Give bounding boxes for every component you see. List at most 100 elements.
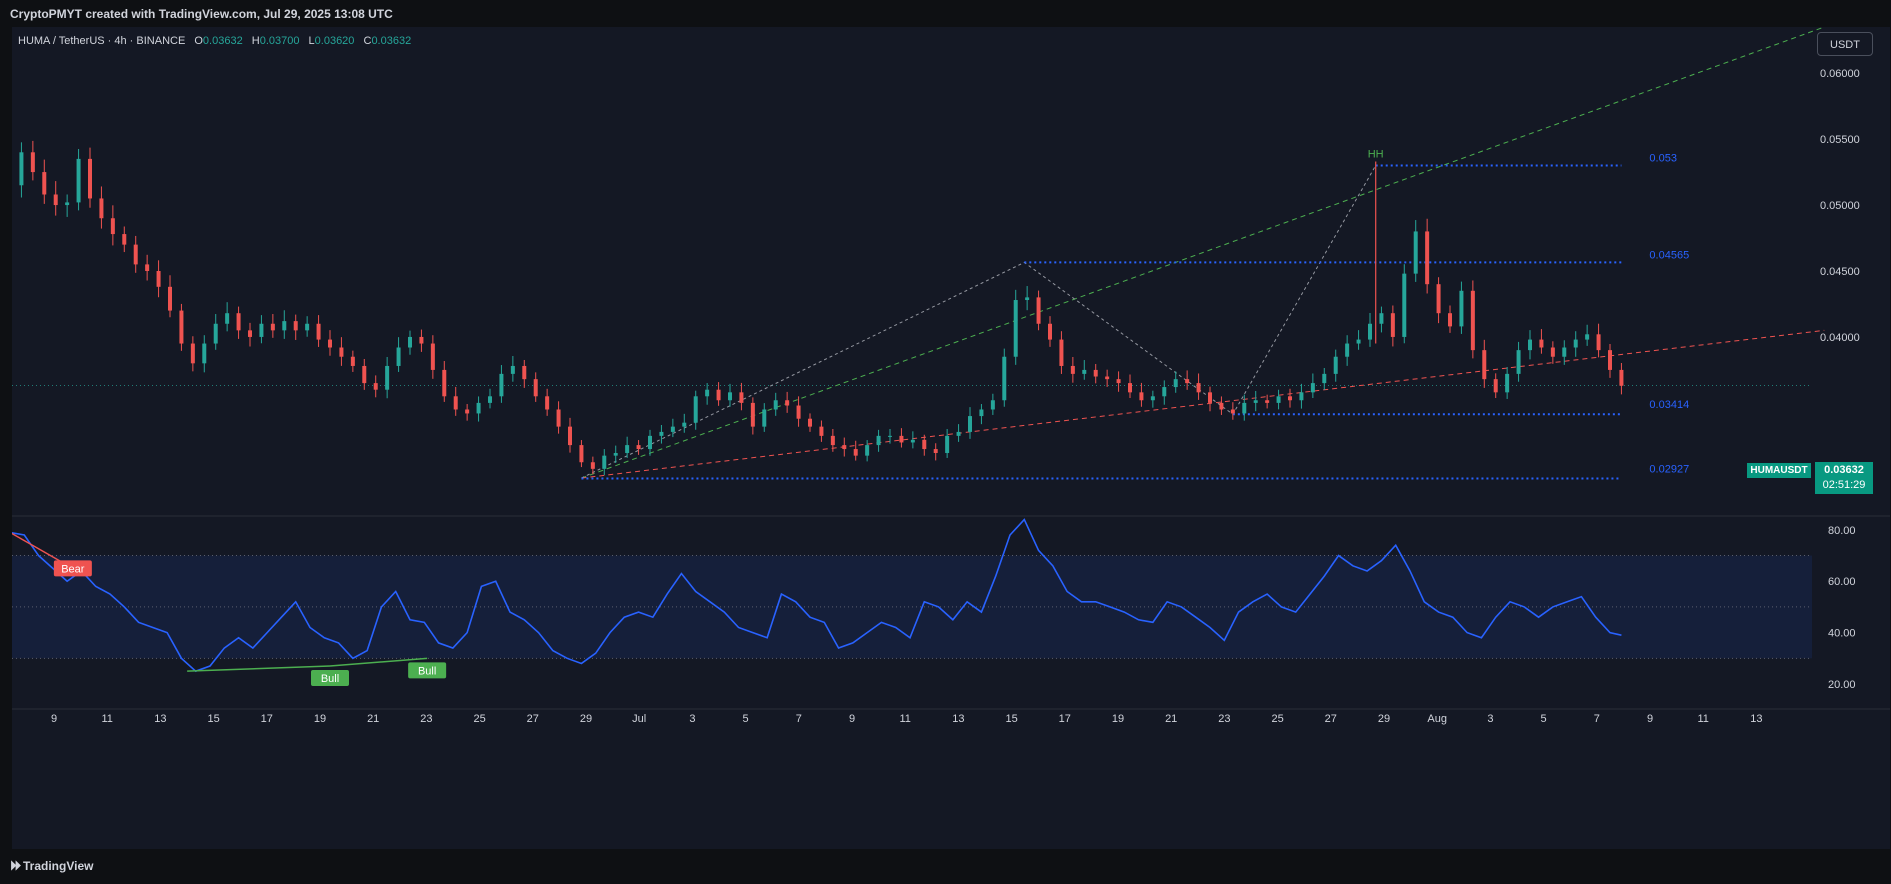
candle-body xyxy=(442,369,447,397)
candle-body xyxy=(1185,379,1190,384)
time-axis-tick: 27 xyxy=(527,713,539,725)
price-axis-tick: 0.05000 xyxy=(1820,200,1860,212)
candle-body xyxy=(110,218,115,235)
time-axis-tick: 29 xyxy=(1378,713,1390,725)
candle-body xyxy=(533,379,538,397)
candle-body xyxy=(956,431,961,436)
candle-body xyxy=(1539,339,1544,348)
price-axis-tick: 0.04500 xyxy=(1820,266,1860,278)
time-axis-tick: 5 xyxy=(743,713,749,725)
high-value: 0.03700 xyxy=(259,35,300,47)
candle-body xyxy=(1150,396,1155,401)
candle-body xyxy=(99,198,104,219)
time-axis-tick: 21 xyxy=(367,713,379,725)
time-axis-tick: 3 xyxy=(1487,713,1493,725)
time-axis-tick: Aug xyxy=(1427,713,1447,725)
candle-body xyxy=(716,389,721,401)
candle-body xyxy=(922,439,927,450)
candle-body xyxy=(910,439,915,443)
time-axis-tick: 23 xyxy=(420,713,432,725)
candle-body xyxy=(762,409,767,427)
open-label: O xyxy=(194,35,203,47)
candle-body xyxy=(1379,313,1384,324)
green-trend-line xyxy=(581,27,1825,479)
candle-body xyxy=(510,365,515,374)
candle-body xyxy=(1242,402,1247,414)
candle-body xyxy=(990,400,995,410)
chart-credit: CryptoPMYT created with TradingView.com,… xyxy=(10,7,393,21)
candle-body xyxy=(339,347,344,357)
tradingview-logo-text: TradingView xyxy=(23,859,94,873)
candle-body xyxy=(1562,347,1567,357)
time-axis-tick: 13 xyxy=(1750,713,1762,725)
rsi-axis-tick: 80.00 xyxy=(1828,525,1856,537)
time-axis-tick: 7 xyxy=(1594,713,1600,725)
candle-body xyxy=(728,392,732,401)
candle-body xyxy=(1585,334,1590,340)
bar-countdown: 02:51:29 xyxy=(1822,479,1866,491)
candle-body xyxy=(145,264,150,271)
candle-body xyxy=(293,321,298,331)
candle-body xyxy=(808,418,812,427)
candle-body xyxy=(1082,369,1087,374)
candle-body xyxy=(202,343,207,364)
candle-body xyxy=(1619,369,1624,386)
high-label: H xyxy=(251,35,260,47)
time-axis-tick: 5 xyxy=(1541,713,1547,725)
candle-body xyxy=(465,409,470,414)
candle-body xyxy=(556,409,561,427)
chart-frame[interactable]: 0.060000.055000.050000.045000.040000.030… xyxy=(12,27,1890,849)
candle-body xyxy=(1425,231,1430,285)
candle-body xyxy=(670,426,675,432)
candle-body xyxy=(636,445,641,450)
candle-body xyxy=(1265,400,1270,403)
current-price-value: 0.03632 xyxy=(1824,464,1864,476)
candle-body xyxy=(933,449,938,454)
candle-body xyxy=(259,323,264,337)
candle-body xyxy=(968,416,972,432)
rsi-axis-tick: 60.00 xyxy=(1828,576,1856,588)
open-value: 0.03632 xyxy=(202,35,243,47)
candle-body xyxy=(819,426,824,436)
candle-body xyxy=(65,202,70,206)
level-label: 0.053 xyxy=(1649,152,1677,164)
time-axis-tick: 11 xyxy=(899,713,910,725)
candle-body xyxy=(76,158,81,203)
time-axis-tick: 29 xyxy=(580,713,592,725)
candle-body xyxy=(613,453,618,456)
candle-body xyxy=(488,396,492,403)
level-label: 0.03414 xyxy=(1649,399,1689,411)
close-value: 0.03632 xyxy=(371,35,412,47)
candle-body xyxy=(1105,376,1110,380)
candle-body xyxy=(1322,373,1327,384)
currency-button[interactable]: USDT xyxy=(1817,32,1873,56)
candle-body xyxy=(1288,396,1292,401)
tradingview-logo[interactable]: ⏵⏵ TradingView xyxy=(10,858,93,874)
candle-body xyxy=(1036,297,1041,324)
time-axis-tick: 19 xyxy=(314,713,326,725)
candle-body xyxy=(270,323,275,331)
candle-body xyxy=(1550,347,1555,357)
candle-body xyxy=(133,244,138,265)
candle-body xyxy=(316,323,321,340)
candle-body xyxy=(1059,339,1064,366)
candle-body xyxy=(419,336,424,344)
symbol-price-tag: HUMAUSDT xyxy=(1747,463,1811,478)
candle-body xyxy=(1573,339,1578,348)
time-axis-tick: 9 xyxy=(51,713,57,725)
candle-body xyxy=(876,435,881,446)
candle-body xyxy=(1219,402,1224,410)
time-axis-tick: 15 xyxy=(1005,713,1017,725)
candle-body xyxy=(899,435,904,443)
symbol-title[interactable]: HUMA / TetherUS · 4h · BINANCE xyxy=(18,35,185,47)
chart-svg[interactable]: 0.060000.055000.050000.045000.040000.030… xyxy=(12,27,1890,849)
candle-body xyxy=(796,405,801,419)
candle-body xyxy=(1128,383,1132,393)
price-axis-tick: 0.06000 xyxy=(1820,68,1860,80)
candle-body xyxy=(865,445,870,456)
rsi-axis-tick: 20.00 xyxy=(1828,679,1856,691)
candle-body xyxy=(1505,373,1510,393)
candle-body xyxy=(385,365,390,390)
candle-body xyxy=(1299,392,1304,401)
candle-body xyxy=(773,400,778,410)
